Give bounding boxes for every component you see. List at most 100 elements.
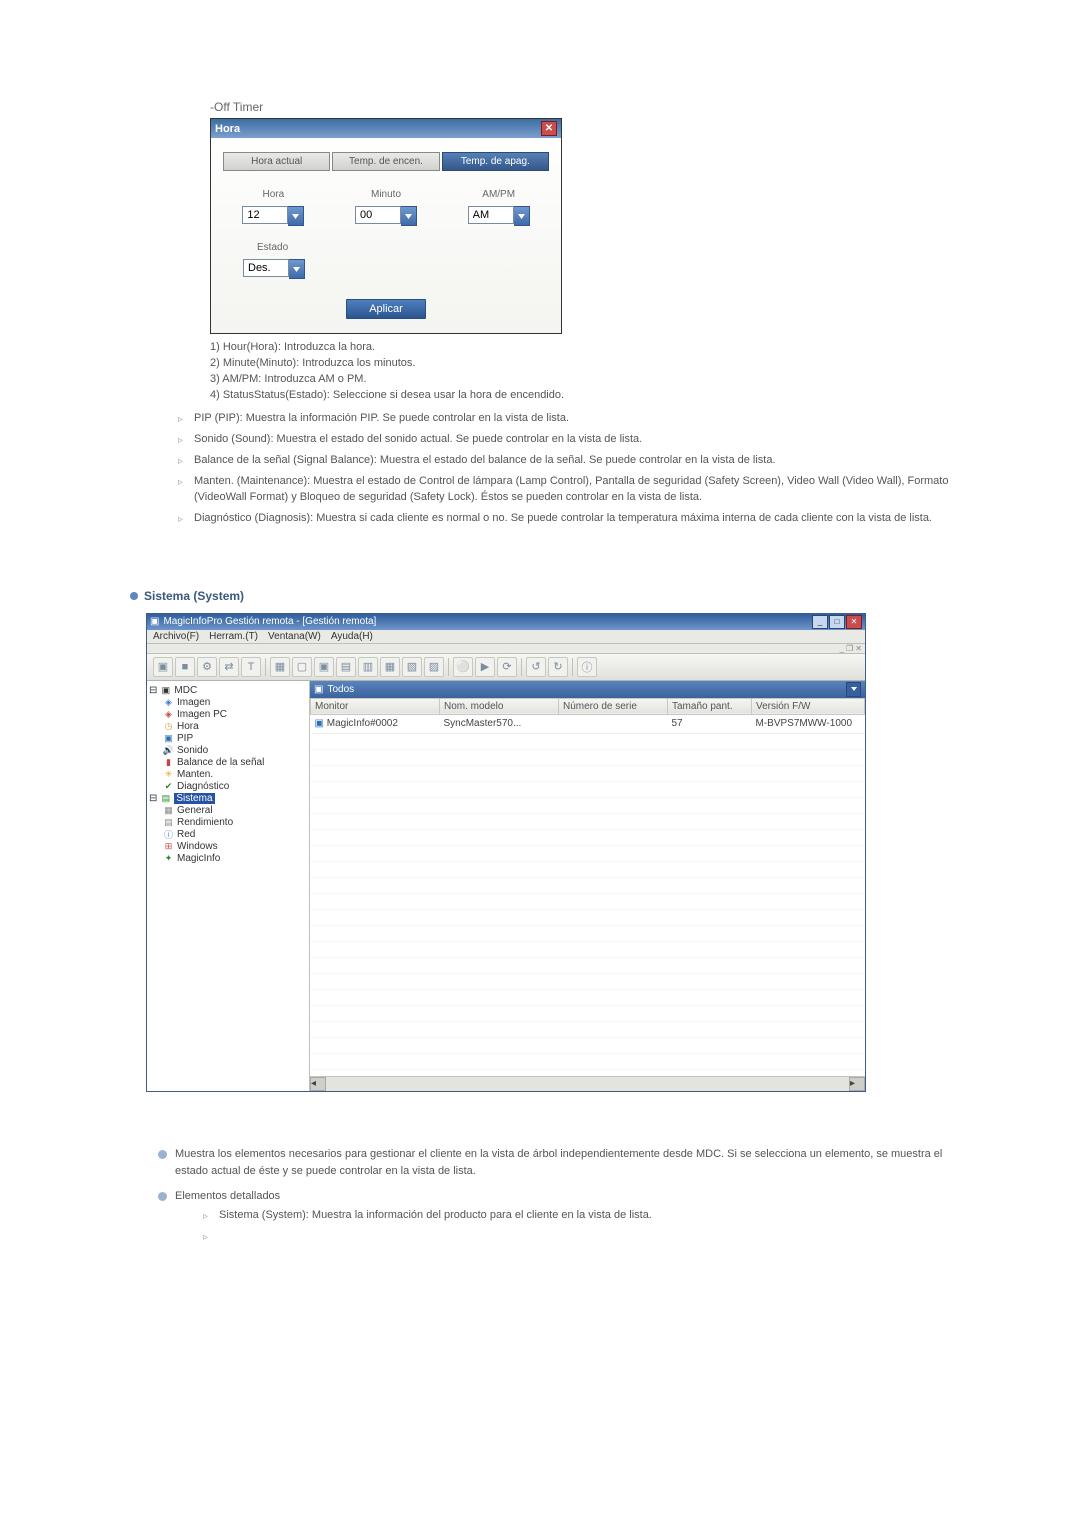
toolbar-icon[interactable]: ▥ [358,657,378,677]
hora-dialog: Hora ✕ Hora actual Temp. de encen. Temp.… [210,118,562,334]
toolbar-icon[interactable]: ⟳ [497,657,517,677]
scrollbar-left-icon[interactable]: ◂ [310,1077,326,1091]
toolbar-icon[interactable]: ⚙ [197,657,217,677]
data-table[interactable]: Monitor Nom. modelo Número de serie Tama… [310,698,865,734]
toolbar-icon[interactable]: ▶ [475,657,495,677]
toolbar-icon[interactable]: ■ [175,657,195,677]
close-icon[interactable]: ✕ [846,615,862,629]
minute-input[interactable] [355,206,401,224]
app-window: ▣ MagicInfoPro Gestión remota - [Gestión… [146,613,866,1092]
toolbar-icon[interactable]: ▢ [292,657,312,677]
grid-title: Todos [327,684,354,695]
menu-item[interactable]: Ventana(W) [268,631,321,642]
toolbar-separator [448,658,449,676]
menu-item[interactable]: Ayuda(H) [331,631,373,642]
tree-node-mdc[interactable]: ⊟ ▣MDC [149,685,307,697]
tree-node[interactable]: ▦General [149,805,307,817]
maximize-icon[interactable]: □ [829,615,845,629]
toolbar-icon[interactable]: ▣ [314,657,334,677]
bullet-text: Balance de la señal (Signal Balance): Mu… [194,452,950,469]
body-note-text: Muestra los elementos necesarios para ge… [175,1146,950,1180]
hour-select[interactable] [242,206,304,226]
app-title: MagicInfoPro Gestión remota - [Gestión r… [163,616,811,627]
tree-node[interactable]: ◈Imagen [149,697,307,709]
toolbar-icon[interactable]: T [241,657,261,677]
tree-view[interactable]: ⊟ ▣MDC ◈Imagen ◈Imagen PC ◷Hora ▣PIP 🔊So… [147,681,310,1091]
grid-panel: ▣ Todos Monitor Nom. modelo Número de se… [310,681,865,1091]
toolbar-icon[interactable]: ▧ [402,657,422,677]
col-monitor[interactable]: Monitor [311,698,440,714]
cell: MagicInfo#0002 [327,718,398,729]
tree-node[interactable]: ▮Balance de la señal [149,757,307,769]
cell: SyncMaster570... [440,714,559,733]
minimize-icon[interactable]: _ [812,615,828,629]
toolbar-icon[interactable]: ▤ [336,657,356,677]
bullet-text: Sonido (Sound): Muestra el estado del so… [194,431,950,448]
bullet-text: Manten. (Maintenance): Muestra el estado… [194,473,950,506]
tree-node[interactable]: ⊞Windows [149,841,307,853]
scrollbar-right-icon[interactable]: ▸ [849,1077,865,1091]
monitor-icon: ▣ [160,685,171,696]
state-input[interactable] [243,259,289,277]
col-size[interactable]: Tamaño pant. [668,698,752,714]
toolbar-icon[interactable]: ▨ [424,657,444,677]
ampm-select[interactable] [468,206,530,226]
col-serial[interactable]: Número de serie [559,698,668,714]
horizontal-scrollbar[interactable]: ◂ ▸ [310,1076,865,1091]
mdi-close-icon[interactable]: ✕ [855,644,862,653]
bullet-text: Diagnóstico (Diagnosis): Muestra si cada… [194,510,950,527]
minute-label: Minuto [371,189,401,200]
cell [559,714,668,733]
dialog-titlebar: Hora ✕ [211,119,561,138]
col-model[interactable]: Nom. modelo [440,698,559,714]
menu-item[interactable]: Archivo(F) [153,631,199,642]
windows-icon: ⊞ [163,841,174,852]
tree-node-sistema[interactable]: ⊟ ▤Sistema [149,793,307,805]
toolbar-icon[interactable]: ↻ [548,657,568,677]
tree-node[interactable]: ✔Diagnóstico [149,781,307,793]
hour-label: Hora [262,189,284,200]
toolbar-icon[interactable]: ▦ [380,657,400,677]
tree-node[interactable]: ✳Manten. [149,769,307,781]
tree-node[interactable]: ◈Imagen PC [149,709,307,721]
col-fw[interactable]: Versión F/W [752,698,865,714]
table-row[interactable]: ▣ MagicInfo#0002 SyncMaster570... 57 M-B… [311,714,865,733]
dot-icon [130,592,138,600]
close-icon[interactable]: ✕ [541,121,557,136]
toolbar-separator [521,658,522,676]
chevron-down-icon[interactable] [514,206,530,226]
bullet-icon: ▹ [178,512,194,527]
image-icon: ◈ [163,697,174,708]
minute-select[interactable] [355,206,417,226]
clock-icon: ◷ [163,721,174,732]
chevron-down-icon[interactable] [288,206,304,226]
hour-input[interactable] [242,206,288,224]
menu-item[interactable]: Herram.(T) [209,631,258,642]
ampm-input[interactable] [468,206,514,224]
apply-button[interactable]: Aplicar [346,299,426,319]
bullet-text: Sistema (System): Muestra la información… [219,1207,950,1224]
mdi-min-icon[interactable]: _ [840,644,844,653]
tree-node[interactable]: ✦MagicInfo [149,853,307,865]
tab-hora-actual[interactable]: Hora actual [223,152,330,171]
chevron-down-icon[interactable] [289,259,305,279]
tab-temp-encen[interactable]: Temp. de encen. [332,152,439,171]
tab-temp-apag[interactable]: Temp. de apag. [442,152,549,171]
mdi-restore-icon[interactable]: ❐ [846,644,853,653]
bullet-icon: ▹ [178,412,194,427]
toolbar-icon[interactable]: ▣ [153,657,173,677]
tree-node[interactable]: ◷Hora [149,721,307,733]
general-icon: ▦ [163,805,174,816]
toolbar-icon[interactable]: ↺ [526,657,546,677]
tree-node[interactable]: 🔊Sonido [149,745,307,757]
tree-node[interactable]: ▣PIP [149,733,307,745]
toolbar-icon[interactable]: ⓘ [577,657,597,677]
tree-node[interactable]: ⓘRed [149,829,307,841]
toolbar-icon[interactable]: ▦ [270,657,290,677]
toolbar-icon[interactable]: ⚪ [453,657,473,677]
state-select[interactable] [243,259,305,279]
chevron-down-icon[interactable] [401,206,417,226]
toolbar-separator [265,658,266,676]
toolbar-icon[interactable]: ⇄ [219,657,239,677]
chevron-down-icon[interactable] [846,682,861,697]
